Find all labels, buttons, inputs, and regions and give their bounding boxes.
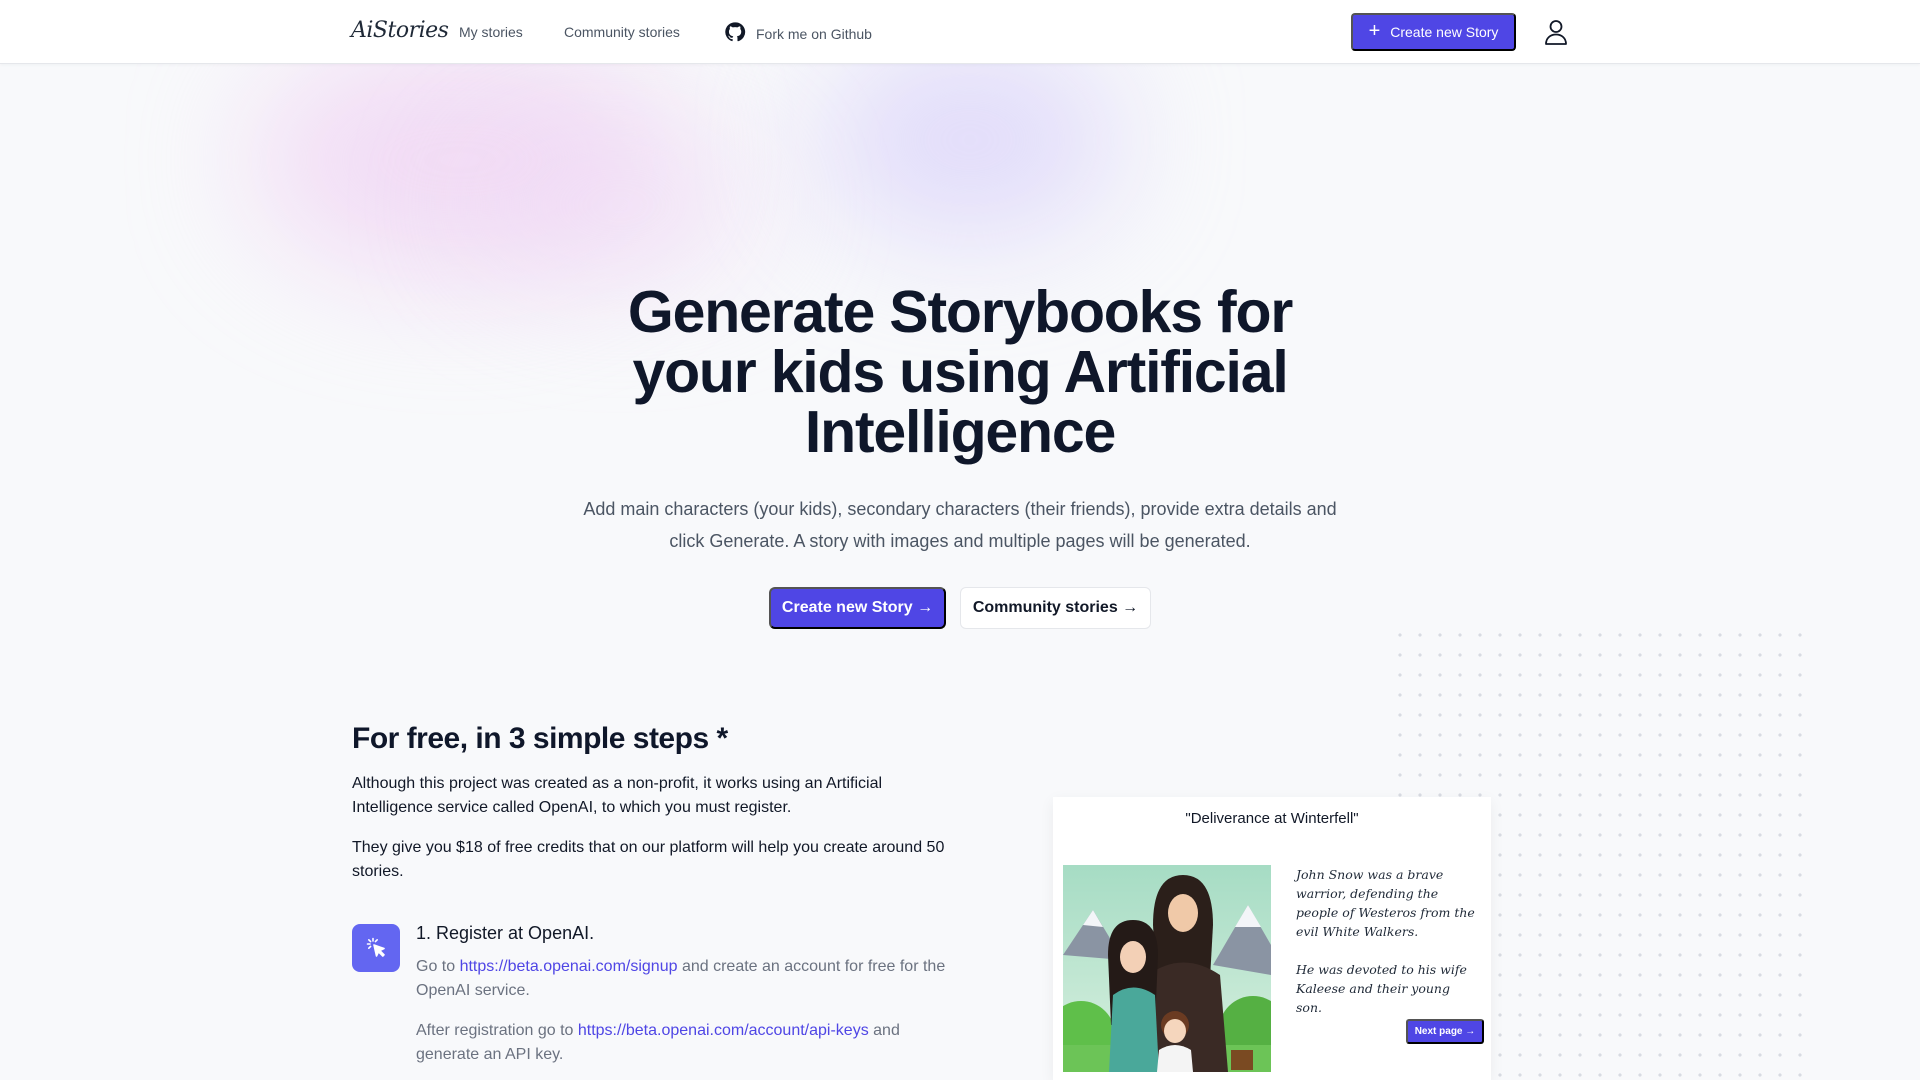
plus-icon: + bbox=[1368, 20, 1381, 42]
hero-create-story-button[interactable]: Create new Story → bbox=[769, 587, 946, 629]
hero-glow-violet bbox=[820, 40, 1120, 240]
top-navbar: AiStories My stories Community stories F… bbox=[0, 0, 1920, 64]
step-1-title: 1. Register at OpenAI. bbox=[416, 923, 595, 943]
github-icon bbox=[724, 21, 746, 46]
user-icon[interactable] bbox=[1543, 18, 1569, 46]
nav-github-link[interactable]: Fork me on Github bbox=[724, 21, 872, 46]
storybook-paragraph-1: John Snow was a brave warrior, defending… bbox=[1296, 867, 1475, 939]
steps-intro-paragraph: Although this project was created as a n… bbox=[352, 775, 883, 816]
github-link-label: Fork me on Github bbox=[756, 25, 872, 42]
hero-glow-pink bbox=[250, 40, 670, 280]
step-1-apikey-prefix: After registration go to bbox=[416, 1022, 578, 1039]
cursor-click-icon bbox=[352, 924, 400, 972]
storybook-next-page-button[interactable]: Next page → bbox=[1406, 1019, 1484, 1044]
storybook-illustration bbox=[1063, 865, 1271, 1072]
step-1-signup-prefix: Go to bbox=[416, 958, 460, 975]
hero-title: Generate Storybooks for your kids using … bbox=[627, 279, 1293, 465]
steps-credits-paragraph: They give you $18 of free credits that o… bbox=[352, 839, 945, 880]
hero-community-stories-button[interactable]: Community stories → bbox=[960, 587, 1151, 629]
nav-my-stories[interactable]: My stories bbox=[459, 24, 523, 40]
storybook-preview: "Deliverance at Winterfell" John Snow wa… bbox=[1053, 797, 1491, 1080]
openai-api-keys-link[interactable]: https://beta.openai.com/account/api-keys bbox=[578, 1022, 869, 1039]
nav-create-story-button[interactable]: + Create new Story bbox=[1351, 13, 1516, 51]
openai-signup-link[interactable]: https://beta.openai.com/signup bbox=[460, 958, 678, 975]
step-1-apikey-text: After registration go to https://beta.op… bbox=[416, 1019, 956, 1067]
steps-section-title: For free, in 3 simple steps * bbox=[352, 722, 728, 755]
hero-subtitle: Add main characters (your kids), seconda… bbox=[583, 499, 1337, 551]
step-1-signup-text: Go to https://beta.openai.com/signup and… bbox=[416, 955, 956, 1003]
hero-glow-soft bbox=[470, 130, 770, 280]
nav-create-story-label: Create new Story bbox=[1390, 24, 1499, 40]
app-logo[interactable]: AiStories bbox=[351, 18, 449, 43]
nav-community-stories[interactable]: Community stories bbox=[564, 24, 680, 40]
storybook-title: "Deliverance at Winterfell" bbox=[1185, 810, 1359, 827]
storybook-text: John Snow was a brave warrior, defending… bbox=[1296, 865, 1476, 1017]
storybook-paragraph-2: He was devoted to his wife Kaleese and t… bbox=[1296, 962, 1467, 1015]
